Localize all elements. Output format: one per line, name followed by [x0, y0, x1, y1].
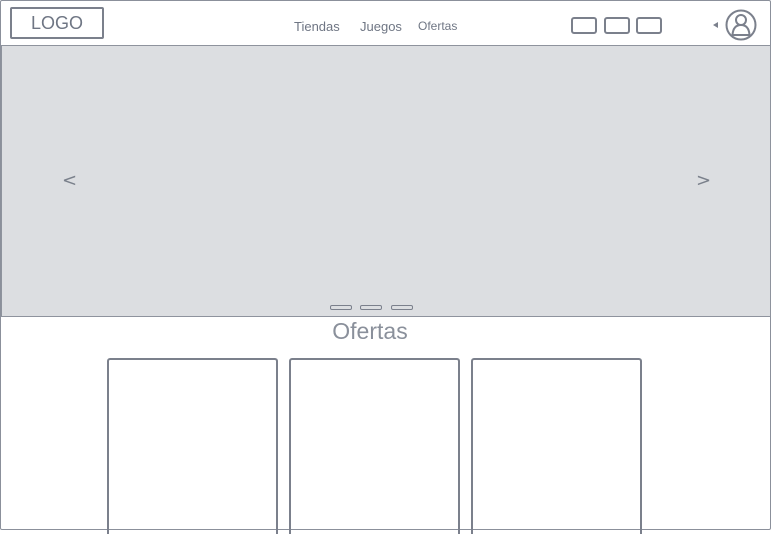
offers-title: Ofertas	[332, 318, 408, 344]
header-button-2[interactable]	[604, 17, 630, 34]
carousel-indicator-1[interactable]	[330, 305, 352, 310]
header: LOGO Tiendas Juegos Ofertas	[0, 0, 775, 45]
carousel-indicator-3[interactable]	[391, 305, 413, 310]
offer-card-1[interactable]	[107, 358, 278, 534]
carousel-indicator-2[interactable]	[360, 305, 382, 310]
carousel-prev-button[interactable]: <	[62, 170, 77, 191]
header-button-1[interactable]	[571, 17, 597, 34]
caret-left-icon[interactable]	[712, 21, 719, 29]
offer-card-3[interactable]	[471, 358, 642, 534]
header-button-3[interactable]	[636, 17, 662, 34]
nav-juegos[interactable]: Juegos	[360, 19, 402, 34]
carousel-next-button[interactable]: >	[696, 170, 711, 191]
logo[interactable]: LOGO	[10, 7, 104, 39]
offer-card-2[interactable]	[289, 358, 460, 534]
nav-ofertas[interactable]: Ofertas	[418, 19, 457, 33]
nav-tiendas[interactable]: Tiendas	[294, 19, 340, 34]
hero-carousel: < >	[1, 45, 771, 317]
user-avatar-icon[interactable]	[725, 9, 757, 41]
